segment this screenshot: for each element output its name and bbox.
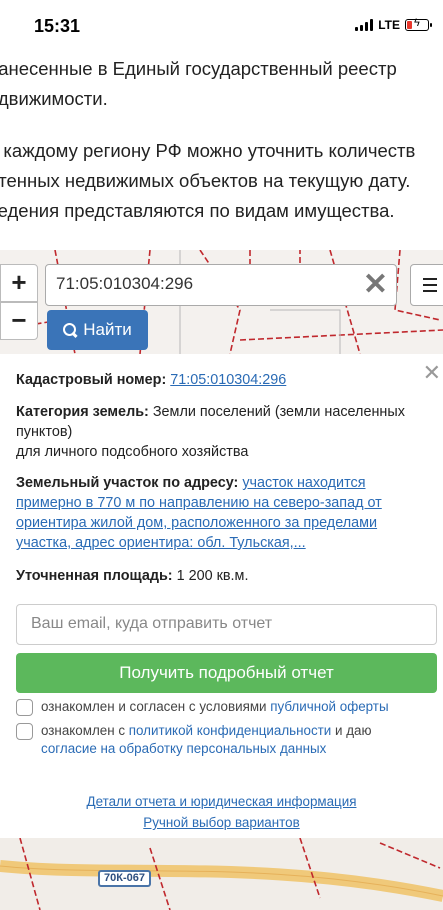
- menu-icon: [423, 278, 437, 280]
- address-label: Земельный участок по адресу:: [16, 475, 239, 491]
- area-row: Уточненная площадь: 1 200 кв.м.: [16, 566, 416, 586]
- article-paragraph: о каждому региону РФ можно уточнить коли…: [0, 136, 415, 226]
- cadastral-label: Кадастровый номер:: [16, 372, 167, 388]
- article-line: о каждому региону РФ можно уточнить коли…: [0, 140, 416, 161]
- zoom-out-button[interactable]: −: [0, 302, 38, 340]
- area-label: Уточненная площадь:: [16, 568, 173, 584]
- road-number-badge: 70К-067: [98, 870, 151, 887]
- email-field[interactable]: Ваш email, куда отправить отчет: [16, 604, 437, 645]
- public-offer-link[interactable]: публичной оферты: [270, 699, 388, 714]
- status-bar: 15:31 LTE ϟ: [0, 0, 443, 52]
- address-row: Земельный участок по адресу: участок нах…: [16, 473, 416, 553]
- consent-privacy-label: ознакомлен с: [41, 723, 126, 738]
- consent-privacy-text: ознакомлен с политикой конфиденциальност…: [41, 722, 431, 758]
- category-use: для личного подсобного хозяйства: [16, 444, 249, 460]
- parcel-info-panel: ✕ Кадастровый номер: 71:05:010304:296 Ка…: [0, 354, 443, 838]
- cadastral-number-link[interactable]: 71:05:010304:296: [170, 372, 286, 388]
- consent-offer-label: ознакомлен и согласен с условиями: [41, 699, 267, 714]
- article-line: едвижимости.: [0, 88, 108, 109]
- consent-offer-text: ознакомлен и согласен с условиями публич…: [41, 698, 431, 716]
- area-value: 1 200 кв.м.: [176, 568, 249, 584]
- status-icons: LTE ϟ: [355, 17, 432, 32]
- personal-data-consent-link[interactable]: согласие на обработку персональных данны…: [41, 741, 326, 756]
- cadastral-search-field[interactable]: 71:05:010304:296 ✕: [45, 264, 397, 306]
- article-line: ведения представляются по видам имуществ…: [0, 200, 395, 221]
- consent-privacy-mid: и даю: [335, 723, 372, 738]
- offer-checkbox[interactable]: [16, 699, 33, 716]
- search-input[interactable]: 71:05:010304:296: [56, 274, 193, 294]
- search-icon: [63, 323, 77, 337]
- road-lines: [0, 838, 443, 910]
- zoom-in-button[interactable]: +: [0, 264, 38, 302]
- signal-icon: [355, 19, 374, 31]
- find-button-label: Найти: [83, 320, 132, 339]
- land-category-row: Категория земель: Земли поселений (земли…: [16, 402, 416, 462]
- article-paragraph: нанесенные в Единый государственный реес…: [0, 54, 397, 114]
- manual-selection-link[interactable]: Ручной выбор вариантов: [0, 815, 443, 830]
- cadastral-number-row: Кадастровый номер: 71:05:010304:296: [16, 370, 416, 390]
- status-time: 15:31: [34, 16, 81, 36]
- find-button[interactable]: Найти: [47, 310, 148, 350]
- get-report-button[interactable]: Получить подробный отчет: [16, 653, 437, 693]
- close-icon[interactable]: ✕: [423, 360, 441, 386]
- article-line: нанесенные в Единый государственный реес…: [0, 58, 397, 79]
- menu-button[interactable]: [410, 264, 443, 306]
- privacy-policy-link[interactable]: политикой конфиденциальности: [129, 723, 332, 738]
- privacy-checkbox[interactable]: [16, 723, 33, 740]
- network-type: LTE: [378, 18, 400, 32]
- battery-icon: ϟ: [405, 17, 432, 31]
- cadastral-map-bottom[interactable]: [0, 838, 443, 910]
- clear-icon[interactable]: ✕: [363, 269, 388, 301]
- article-line: нтенных недвижимых объектов на текущую д…: [0, 170, 411, 191]
- report-details-link[interactable]: Детали отчета и юридическая информация: [0, 794, 443, 809]
- category-label: Категория земель:: [16, 404, 149, 420]
